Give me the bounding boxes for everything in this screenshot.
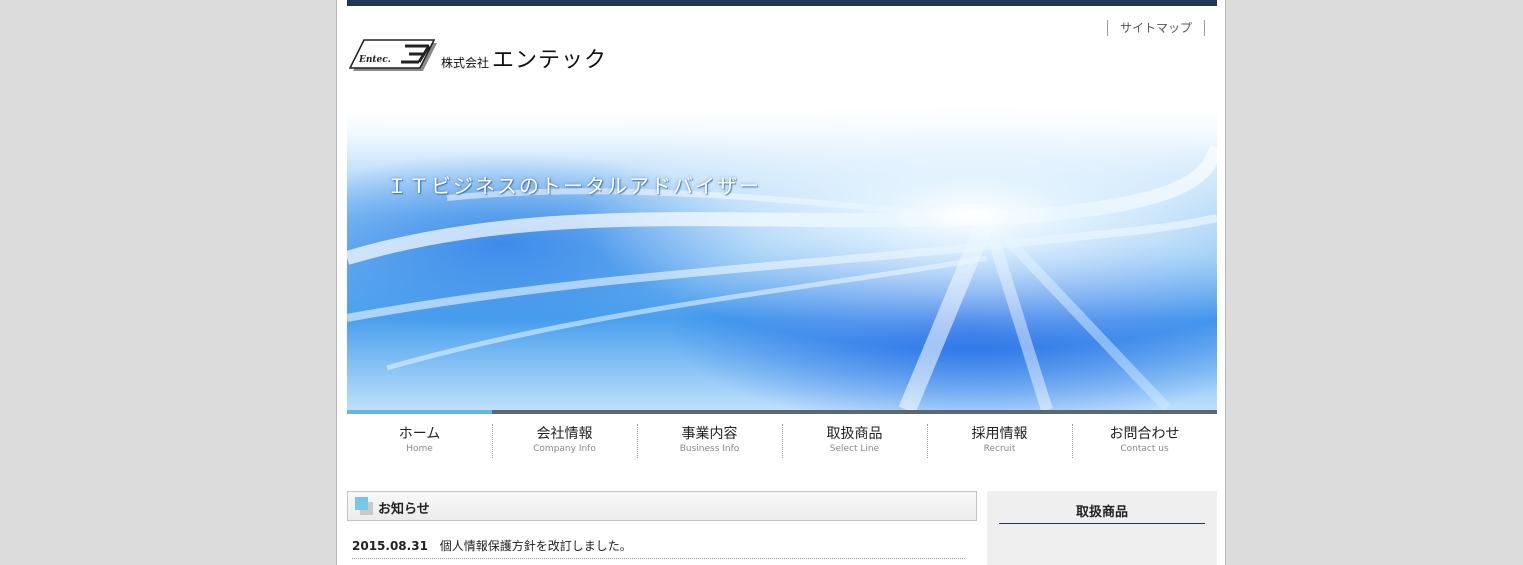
nav-home[interactable]: ホーム Home <box>347 410 492 460</box>
company-logo[interactable]: Entec. <box>348 38 439 76</box>
news-text: 個人情報保護方針を改訂しました。 <box>439 539 632 553</box>
company-name: 株式会社 エンテック <box>441 44 607 74</box>
news-section: お知らせ 2015.08.31 個人情報保護方針を改訂しました。 <box>347 491 977 559</box>
nav-sublabel: Recruit <box>983 444 1016 454</box>
nav-sublabel: Business Info <box>679 444 740 454</box>
nav-business-info[interactable]: 事業内容 Business Info <box>637 410 782 460</box>
company-name-text: エンテック <box>492 48 608 73</box>
top-accent-bar <box>347 0 1217 6</box>
nav-label: 取扱商品 <box>826 426 883 442</box>
nav-label: お問合わせ <box>1109 426 1180 442</box>
news-title: お知らせ <box>378 502 430 517</box>
nav-recruit[interactable]: 採用情報 Recruit <box>927 410 1072 460</box>
nav-sublabel: Select Line <box>829 444 880 454</box>
sidebar-products: 取扱商品 <box>987 491 1217 565</box>
nav-label: ホーム <box>398 426 441 442</box>
nav-label: 事業内容 <box>681 426 738 442</box>
nav-contact[interactable]: お問合わせ Contact us <box>1072 410 1217 460</box>
nav-sublabel: Company Info <box>533 444 596 454</box>
company-prefix: 株式会社 <box>441 56 490 70</box>
news-header: お知らせ <box>347 491 977 521</box>
hero-background <box>347 108 1217 410</box>
hero-tagline: ＩＴビジネスのトータルアドバイザー <box>387 174 761 198</box>
nav-sublabel: Contact us <box>1120 444 1169 454</box>
nav-company-info[interactable]: 会社情報 Company Info <box>492 410 637 460</box>
square-bullet-icon <box>355 497 373 515</box>
page: サイトマップ Entec. 株式会社 エンテック ＩＴビジネスのトータルアドバイ… <box>336 0 1226 565</box>
nav-sublabel: Home <box>406 444 433 454</box>
logo-text: Entec. <box>358 55 391 65</box>
nav-label: 採用情報 <box>971 426 1028 442</box>
main-nav: ホーム Home 会社情報 Company Info 事業内容 Business… <box>347 410 1217 460</box>
hero-banner: ＩＴビジネスのトータルアドバイザー <box>347 108 1217 410</box>
nav-label: 会社情報 <box>536 426 593 442</box>
news-item[interactable]: 2015.08.31 個人情報保護方針を改訂しました。 <box>352 537 965 559</box>
nav-select-line[interactable]: 取扱商品 Select Line <box>782 410 927 460</box>
sidebar-title: 取扱商品 <box>999 501 1205 524</box>
sitemap-link[interactable]: サイトマップ <box>1106 20 1205 36</box>
news-date: 2015.08.31 <box>352 539 428 553</box>
